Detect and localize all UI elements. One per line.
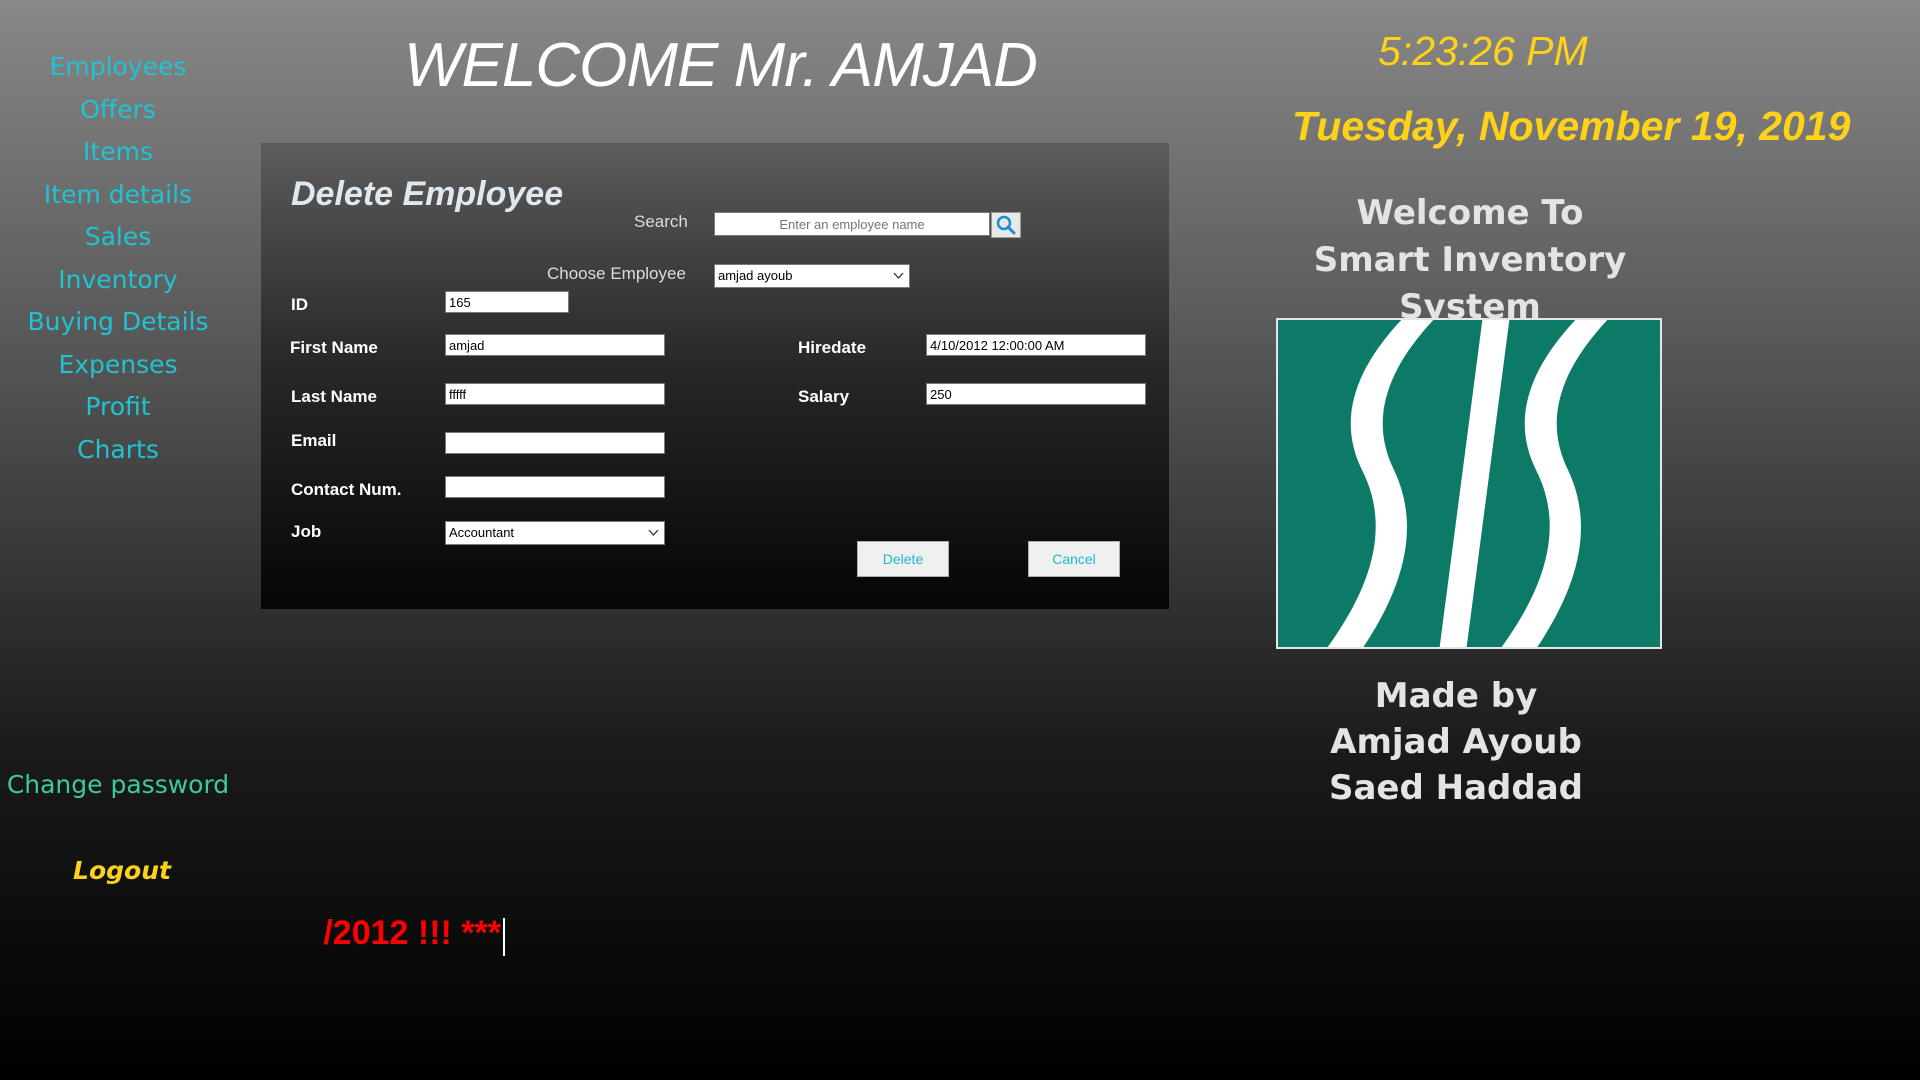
email-label: Email (291, 431, 337, 450)
sidebar-item-offers[interactable]: Offers (0, 89, 236, 132)
email-field[interactable] (445, 432, 665, 454)
choose-employee-select[interactable]: amjad ayoub (714, 264, 910, 288)
current-date: Tuesday, November 19, 2019 (1292, 103, 1851, 149)
sidebar-item-profit[interactable]: Profit (0, 386, 236, 429)
text-caret (503, 918, 505, 956)
author-name: Amjad Ayoub (1330, 722, 1582, 762)
credits: Made by Amjad Ayoub Saed Haddad (1256, 673, 1656, 811)
system-welcome: Welcome To Smart Inventory System (1240, 190, 1700, 331)
sidebar-item-buying-details[interactable]: Buying Details (0, 301, 236, 344)
sidebar-item-charts[interactable]: Charts (0, 429, 236, 472)
contact-label: Contact Num. (291, 480, 402, 499)
contact-field[interactable] (445, 476, 665, 498)
panel-title: Delete Employee (291, 175, 564, 213)
first-name-label: First Name (290, 338, 378, 357)
choose-employee-value: amjad ayoub (718, 268, 793, 283)
search-button[interactable] (991, 212, 1021, 238)
scrolling-ticker: /2012 !!! *** (261, 914, 501, 962)
cancel-button[interactable]: Cancel (1028, 541, 1120, 577)
salary-label: Salary (798, 387, 850, 406)
id-label: ID (291, 295, 308, 314)
ticker-text: /2012 !!! *** (323, 914, 501, 952)
search-input[interactable] (714, 212, 990, 236)
clock-time: 5:23:26 PM (1378, 28, 1588, 74)
sidebar-item-items[interactable]: Items (0, 131, 236, 174)
last-name-label: Last Name (291, 387, 377, 406)
delete-employee-panel: Delete Employee Search Choose Employee a… (261, 143, 1169, 609)
job-select[interactable]: Accountant (445, 521, 665, 545)
sis-logo-graphic (1327, 320, 1608, 647)
system-name-text: Smart Inventory System (1313, 240, 1627, 327)
job-value: Accountant (449, 525, 515, 540)
choose-employee-label: Choose Employee (547, 264, 686, 283)
welcome-title: WELCOME Mr. AMJAD (404, 31, 1038, 100)
author-name: Saed Haddad (1328, 768, 1584, 808)
made-by-label: Made by (1374, 676, 1538, 716)
search-label: Search (634, 212, 688, 231)
last-name-field[interactable] (445, 383, 665, 405)
sidebar-item-expenses[interactable]: Expenses (0, 344, 236, 387)
sis-logo (1276, 318, 1662, 649)
first-name-field[interactable] (445, 334, 665, 356)
id-field[interactable] (445, 291, 569, 313)
logout-link[interactable]: Logout (0, 856, 244, 885)
sidebar-item-item-details[interactable]: Item details (0, 174, 236, 217)
change-password-link[interactable]: Change password (0, 770, 236, 799)
hiredate-label: Hiredate (798, 338, 867, 357)
hiredate-field[interactable] (926, 334, 1146, 356)
search-icon (996, 215, 1016, 235)
welcome-to-text: Welcome To (1356, 193, 1584, 233)
sidebar-nav: Employees Offers Items Item details Sale… (0, 46, 236, 471)
sidebar-item-sales[interactable]: Sales (0, 216, 236, 259)
job-label: Job (291, 522, 322, 541)
chevron-down-icon (893, 272, 904, 279)
sidebar-item-employees[interactable]: Employees (0, 46, 236, 89)
delete-button[interactable]: Delete (857, 541, 949, 577)
salary-field[interactable] (926, 383, 1146, 405)
sidebar-item-inventory[interactable]: Inventory (0, 259, 236, 302)
chevron-down-icon (648, 529, 659, 536)
